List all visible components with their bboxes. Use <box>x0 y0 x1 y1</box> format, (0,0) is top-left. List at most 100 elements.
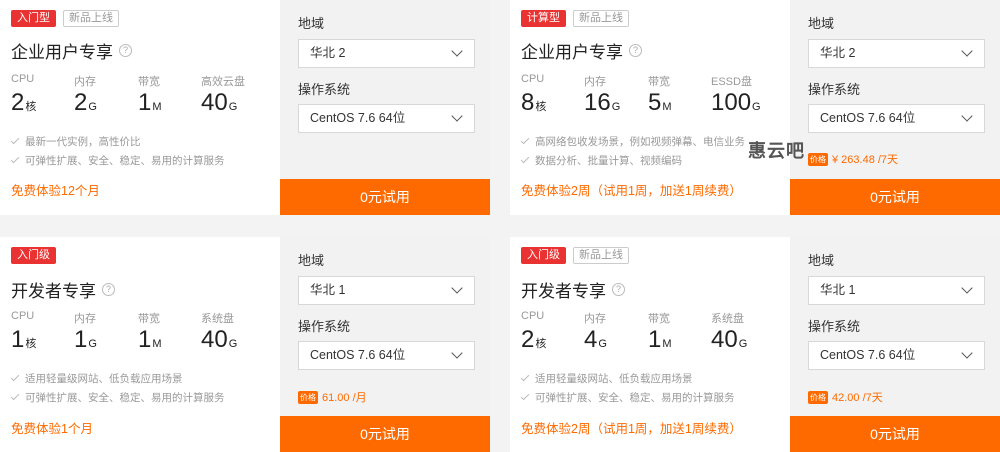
promo-text: 免费体验2周（试用1周，加送1周续费） <box>521 422 742 436</box>
question-circle-icon[interactable]: ? <box>612 283 625 296</box>
spec-list: CPU 8核 内存 16G 带宽 5M ESSD盘 100G <box>521 73 790 123</box>
card-title: 企业用户专享? <box>11 38 132 63</box>
spec-number: 8 <box>521 89 535 116</box>
new-tag: 新品上线 <box>63 10 119 27</box>
price-badge: 价格 <box>298 390 318 404</box>
promo-text: 免费体验2周（试用1周，加送1周续费） <box>521 184 742 198</box>
feature-list: 适用轻量级网站、低负载应用场景可弹性扩展、安全、稳定、易用的计算服务 <box>10 369 225 407</box>
card-config-panel: 地域华北 2 操作系统 CentOS 7.6 64位 0元试用 <box>280 0 490 215</box>
spec-item: 系统盘 40G <box>711 310 747 354</box>
spec-number: 5 <box>648 89 662 116</box>
spec-label: 带宽 <box>138 313 160 325</box>
spec-unit: 核 <box>535 101 547 113</box>
free-trial-button[interactable]: 0元试用 <box>280 416 490 452</box>
spec-label: CPU <box>11 310 35 322</box>
price-value: 61.00 /月 <box>322 392 367 404</box>
spec-unit: G <box>598 338 607 350</box>
os-select[interactable]: CentOS 7.6 64位 <box>808 341 985 370</box>
spec-unit: 核 <box>535 338 547 350</box>
spec-item: 内存 2G <box>74 73 97 117</box>
chevron-down-icon <box>451 45 463 57</box>
spec-value: 8核 <box>521 89 546 117</box>
os-label: 操作系统 <box>298 82 351 97</box>
region-value: 华北 2 <box>310 46 346 60</box>
region-select[interactable]: 华北 2 <box>808 39 985 68</box>
spec-label: CPU <box>521 73 545 85</box>
region-value: 华北 1 <box>820 283 856 297</box>
spec-label: 带宽 <box>648 76 670 88</box>
os-label: 操作系统 <box>298 319 351 334</box>
spec-unit: 核 <box>25 101 37 113</box>
os-label: 操作系统 <box>808 319 861 334</box>
region-label: 地域 <box>298 253 325 268</box>
tag-row: 计算型 新品上线 <box>521 10 629 27</box>
chevron-down-icon <box>961 347 973 359</box>
free-trial-button[interactable]: 0元试用 <box>280 179 490 215</box>
tag-row: 入门级 <box>11 247 56 264</box>
watermark: 惠云吧 <box>748 141 805 161</box>
chevron-down-icon <box>961 282 973 294</box>
product-card: 入门级 开发者专享? CPU 1核 内存 1G 带宽 1M 系统盘 40G 适用轻量级网站、低负载应… <box>0 237 490 452</box>
question-circle-icon[interactable]: ? <box>119 44 132 57</box>
spec-value: 1M <box>648 326 672 354</box>
feature-item: 可弹性扩展、安全、稳定、易用的计算服务 <box>520 388 735 407</box>
spec-label: CPU <box>521 310 545 322</box>
os-select[interactable]: CentOS 7.6 64位 <box>298 104 475 133</box>
chevron-down-icon <box>451 282 463 294</box>
price-value: ¥ 263.48 /7天 <box>832 154 899 166</box>
spec-number: 4 <box>584 326 598 353</box>
spec-item: CPU 8核 <box>521 73 546 117</box>
spec-unit: G <box>228 101 238 113</box>
spec-item: 带宽 1M <box>138 310 162 354</box>
spec-number: 2 <box>521 326 535 353</box>
check-icon <box>520 372 530 382</box>
spec-list: CPU 1核 内存 1G 带宽 1M 系统盘 40G <box>11 310 280 360</box>
feature-text: 可弹性扩展、安全、稳定、易用的计算服务 <box>25 392 225 404</box>
feature-item: 最新一代实例，高性价比 <box>10 132 225 151</box>
region-value: 华北 1 <box>310 283 346 297</box>
feature-text: 适用轻量级网站、低负载应用场景 <box>25 373 183 385</box>
spec-number: 2 <box>11 89 25 116</box>
check-icon <box>10 154 20 164</box>
spec-item: 高效云盘 40G <box>201 73 245 117</box>
spec-item: 带宽 1M <box>648 310 672 354</box>
free-trial-button[interactable]: 0元试用 <box>790 416 1000 452</box>
region-select[interactable]: 华北 1 <box>298 276 475 305</box>
spec-unit: G <box>88 338 97 350</box>
card-title: 开发者专享? <box>521 277 625 302</box>
spec-label: 高效云盘 <box>201 76 245 88</box>
os-select[interactable]: CentOS 7.6 64位 <box>298 341 475 370</box>
spec-value: 1M <box>138 326 162 354</box>
spec-value: 1G <box>74 326 97 354</box>
product-card: 计算型 新品上线 企业用户专享? CPU 8核 内存 16G 带宽 5M ESSD盘 100G 高网络… <box>510 0 1000 215</box>
spec-item: 内存 1G <box>74 310 97 354</box>
spec-unit: 核 <box>25 338 37 350</box>
region-select[interactable]: 华北 1 <box>808 276 985 305</box>
region-select[interactable]: 华北 2 <box>298 39 475 68</box>
price-value: 42.00 /7天 <box>832 392 883 404</box>
spec-unit: G <box>88 101 97 113</box>
chevron-down-icon <box>451 110 463 122</box>
spec-label: 系统盘 <box>711 313 744 325</box>
spec-unit: G <box>752 101 761 113</box>
spec-value: 40G <box>711 326 747 354</box>
question-circle-icon[interactable]: ? <box>629 44 642 57</box>
os-value: CentOS 7.6 64位 <box>310 348 406 362</box>
free-trial-button[interactable]: 0元试用 <box>790 179 1000 215</box>
spec-item: 带宽 1M <box>138 73 162 117</box>
spec-label: 系统盘 <box>201 313 234 325</box>
card-config-panel: 地域 华北 1 操作系统 CentOS 7.6 64位 价格 42.00 /7天 0元试用 <box>790 237 1000 452</box>
question-circle-icon[interactable]: ? <box>102 283 115 296</box>
spec-unit: G <box>738 338 748 350</box>
spec-label: 内存 <box>584 76 606 88</box>
card-info-panel: 入门级 开发者专享? CPU 1核 内存 1G 带宽 1M 系统盘 40G 适用轻量级网站、低负载应… <box>0 237 280 452</box>
spec-number: 1 <box>648 326 662 353</box>
region-label: 地域 <box>298 16 325 31</box>
spec-unit: M <box>152 338 162 350</box>
os-value: CentOS 7.6 64位 <box>310 111 406 125</box>
card-title: 企业用户专享? <box>521 38 642 63</box>
chevron-down-icon <box>961 110 973 122</box>
os-select[interactable]: CentOS 7.6 64位 <box>808 104 985 133</box>
spec-value: 40G <box>201 326 237 354</box>
tag-row: 入门级 新品上线 <box>521 247 629 264</box>
